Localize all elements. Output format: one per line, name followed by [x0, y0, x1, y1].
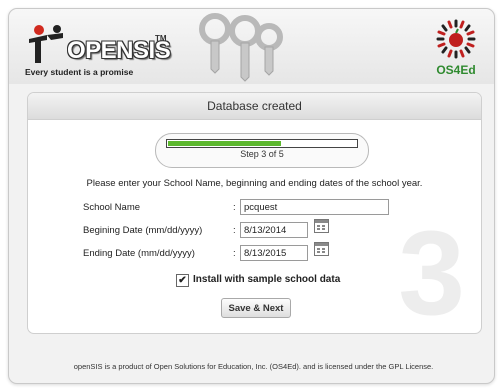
school-name-colon: : [233, 202, 236, 213]
progress-indicator: Step 3 of 5 [155, 133, 369, 168]
progress-bar [166, 139, 358, 148]
end-date-label: Ending Date (mm/dd/yyyy) [83, 248, 195, 259]
progress-step-label: Step 3 of 5 [240, 149, 284, 159]
logo-trademark: TM [155, 34, 167, 43]
os4ed-apple-icon [436, 19, 476, 59]
calendar-icon[interactable] [314, 219, 329, 233]
begin-date-colon: : [233, 225, 236, 236]
opensis-figure-icon [29, 25, 63, 63]
header: OPENSIS TM Every student is a promise OS… [9, 9, 494, 84]
school-name-label: School Name [83, 202, 141, 213]
os4ed-badge: OS4Ed [428, 19, 484, 81]
sample-data-checkbox[interactable]: ✔ [176, 274, 189, 287]
end-date-input[interactable] [240, 245, 308, 261]
logo-tagline: Every student is a promise [25, 67, 134, 77]
step-watermark-number: 3 [398, 206, 465, 334]
footer-license-text: openSIS is a product of Open Solutions f… [73, 362, 434, 371]
os4ed-label: OS4Ed [436, 63, 476, 77]
school-name-input[interactable] [240, 199, 389, 215]
sample-data-label: Install with sample school data [193, 274, 341, 285]
progress-bar-fill [168, 141, 281, 146]
save-next-button[interactable]: Save & Next [221, 298, 291, 318]
begin-date-input[interactable] [240, 222, 308, 238]
keys-icon [199, 13, 283, 82]
setup-panel: Database created 3 Step 3 of 5 Please en… [27, 92, 482, 334]
instructions-text: Please enter your School Name, beginning… [86, 178, 423, 189]
begin-date-label: Begining Date (mm/dd/yyyy) [83, 225, 203, 236]
opensis-logo: OPENSIS TM Every student is a promise [23, 21, 173, 79]
end-date-colon: : [233, 248, 236, 259]
installer-window: OPENSIS TM Every student is a promise OS… [8, 8, 495, 384]
panel-title: Database created [28, 93, 481, 120]
calendar-icon[interactable] [314, 242, 329, 256]
